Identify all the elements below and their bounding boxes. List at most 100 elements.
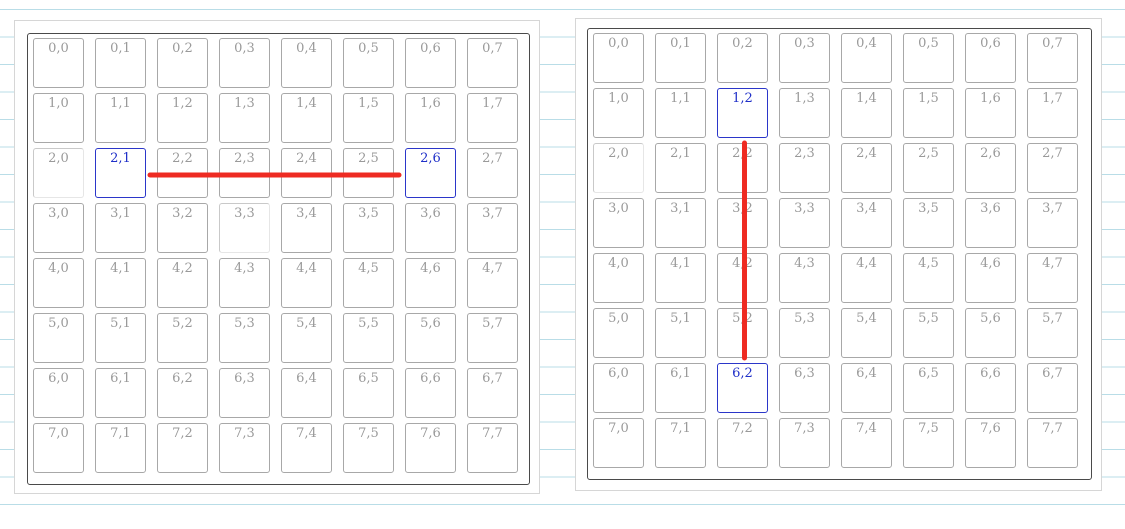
- grid-cell-2-1[interactable]: 2,1: [95, 148, 146, 198]
- grid-cell-2-6[interactable]: 2,6: [405, 148, 456, 198]
- grid-cell-1-1[interactable]: 1,1: [655, 88, 706, 138]
- grid-cell-5-7[interactable]: 5,7: [1027, 308, 1078, 358]
- grid-cell-0-3[interactable]: 0,3: [779, 33, 830, 83]
- grid-cell-1-3[interactable]: 1,3: [779, 88, 830, 138]
- grid-cell-0-0[interactable]: 0,0: [33, 38, 84, 88]
- grid-cell-1-0[interactable]: 1,0: [33, 93, 84, 143]
- grid-cell-7-4[interactable]: 7,4: [841, 418, 892, 468]
- grid-cell-5-1[interactable]: 5,1: [655, 308, 706, 358]
- grid-cell-1-4[interactable]: 1,4: [281, 93, 332, 143]
- grid-cell-2-4[interactable]: 2,4: [841, 143, 892, 193]
- grid-cell-4-0[interactable]: 4,0: [33, 258, 84, 308]
- grid-cell-6-2[interactable]: 6,2: [717, 363, 768, 413]
- grid-cell-4-3[interactable]: 4,3: [219, 258, 270, 308]
- grid-cell-7-3[interactable]: 7,3: [219, 423, 270, 473]
- grid-cell-0-6[interactable]: 0,6: [405, 38, 456, 88]
- grid-cell-5-0[interactable]: 5,0: [33, 313, 84, 363]
- grid-cell-4-3[interactable]: 4,3: [779, 253, 830, 303]
- grid-cell-0-1[interactable]: 0,1: [95, 38, 146, 88]
- grid-cell-6-7[interactable]: 6,7: [1027, 363, 1078, 413]
- grid-cell-4-5[interactable]: 4,5: [343, 258, 394, 308]
- grid-cell-3-4[interactable]: 3,4: [841, 198, 892, 248]
- grid-cell-0-6[interactable]: 0,6: [965, 33, 1016, 83]
- grid-cell-7-2[interactable]: 7,2: [157, 423, 208, 473]
- grid-cell-5-6[interactable]: 5,6: [405, 313, 456, 363]
- grid-cell-7-1[interactable]: 7,1: [655, 418, 706, 468]
- grid-cell-7-7[interactable]: 7,7: [1027, 418, 1078, 468]
- grid-cell-4-2[interactable]: 4,2: [157, 258, 208, 308]
- grid-cell-0-5[interactable]: 0,5: [343, 38, 394, 88]
- grid-cell-6-4[interactable]: 6,4: [281, 368, 332, 418]
- grid-cell-4-7[interactable]: 4,7: [1027, 253, 1078, 303]
- grid-cell-3-7[interactable]: 3,7: [1027, 198, 1078, 248]
- grid-cell-1-2[interactable]: 1,2: [157, 93, 208, 143]
- grid-cell-4-6[interactable]: 4,6: [405, 258, 456, 308]
- grid-cell-2-0[interactable]: 2,0: [33, 148, 84, 198]
- grid-cell-3-2[interactable]: 3,2: [157, 203, 208, 253]
- grid-cell-1-6[interactable]: 1,6: [965, 88, 1016, 138]
- grid-cell-0-1[interactable]: 0,1: [655, 33, 706, 83]
- grid-cell-2-3[interactable]: 2,3: [219, 148, 270, 198]
- grid-cell-7-0[interactable]: 7,0: [33, 423, 84, 473]
- grid-cell-3-0[interactable]: 3,0: [33, 203, 84, 253]
- grid-cell-4-5[interactable]: 4,5: [903, 253, 954, 303]
- grid-cell-4-2[interactable]: 4,2: [717, 253, 768, 303]
- grid-cell-7-3[interactable]: 7,3: [779, 418, 830, 468]
- grid-cell-4-4[interactable]: 4,4: [841, 253, 892, 303]
- grid-cell-5-1[interactable]: 5,1: [95, 313, 146, 363]
- grid-cell-1-4[interactable]: 1,4: [841, 88, 892, 138]
- grid-cell-1-7[interactable]: 1,7: [467, 93, 518, 143]
- grid-cell-6-3[interactable]: 6,3: [219, 368, 270, 418]
- grid-cell-0-2[interactable]: 0,2: [717, 33, 768, 83]
- grid-cell-7-5[interactable]: 7,5: [903, 418, 954, 468]
- grid-cell-5-2[interactable]: 5,2: [717, 308, 768, 358]
- grid-cell-5-4[interactable]: 5,4: [841, 308, 892, 358]
- grid-cell-3-1[interactable]: 3,1: [655, 198, 706, 248]
- grid-cell-5-5[interactable]: 5,5: [343, 313, 394, 363]
- grid-cell-5-3[interactable]: 5,3: [779, 308, 830, 358]
- grid-cell-2-1[interactable]: 2,1: [655, 143, 706, 193]
- grid-cell-2-0[interactable]: 2,0: [593, 143, 644, 193]
- grid-cell-0-7[interactable]: 0,7: [467, 38, 518, 88]
- grid-cell-5-3[interactable]: 5,3: [219, 313, 270, 363]
- grid-cell-4-1[interactable]: 4,1: [655, 253, 706, 303]
- grid-cell-0-0[interactable]: 0,0: [593, 33, 644, 83]
- grid-cell-0-2[interactable]: 0,2: [157, 38, 208, 88]
- grid-cell-6-5[interactable]: 6,5: [343, 368, 394, 418]
- grid-cell-7-6[interactable]: 7,6: [965, 418, 1016, 468]
- grid-cell-3-3[interactable]: 3,3: [219, 203, 270, 253]
- grid-cell-7-6[interactable]: 7,6: [405, 423, 456, 473]
- grid-cell-4-1[interactable]: 4,1: [95, 258, 146, 308]
- grid-cell-5-5[interactable]: 5,5: [903, 308, 954, 358]
- grid-cell-3-5[interactable]: 3,5: [343, 203, 394, 253]
- grid-cell-6-0[interactable]: 6,0: [33, 368, 84, 418]
- grid-cell-6-1[interactable]: 6,1: [95, 368, 146, 418]
- grid-cell-1-5[interactable]: 1,5: [903, 88, 954, 138]
- grid-cell-0-4[interactable]: 0,4: [841, 33, 892, 83]
- grid-cell-1-1[interactable]: 1,1: [95, 93, 146, 143]
- grid-cell-5-0[interactable]: 5,0: [593, 308, 644, 358]
- grid-cell-4-0[interactable]: 4,0: [593, 253, 644, 303]
- grid-cell-3-1[interactable]: 3,1: [95, 203, 146, 253]
- grid-cell-4-6[interactable]: 4,6: [965, 253, 1016, 303]
- grid-cell-1-0[interactable]: 1,0: [593, 88, 644, 138]
- grid-cell-6-2[interactable]: 6,2: [157, 368, 208, 418]
- grid-cell-1-7[interactable]: 1,7: [1027, 88, 1078, 138]
- grid-cell-2-7[interactable]: 2,7: [1027, 143, 1078, 193]
- grid-cell-7-5[interactable]: 7,5: [343, 423, 394, 473]
- grid-cell-6-1[interactable]: 6,1: [655, 363, 706, 413]
- grid-cell-2-5[interactable]: 2,5: [343, 148, 394, 198]
- grid-cell-6-3[interactable]: 6,3: [779, 363, 830, 413]
- grid-cell-3-7[interactable]: 3,7: [467, 203, 518, 253]
- grid-cell-2-2[interactable]: 2,2: [717, 143, 768, 193]
- grid-cell-5-2[interactable]: 5,2: [157, 313, 208, 363]
- grid-cell-1-2[interactable]: 1,2: [717, 88, 768, 138]
- grid-cell-3-6[interactable]: 3,6: [965, 198, 1016, 248]
- grid-cell-6-6[interactable]: 6,6: [965, 363, 1016, 413]
- grid-cell-0-7[interactable]: 0,7: [1027, 33, 1078, 83]
- grid-cell-3-4[interactable]: 3,4: [281, 203, 332, 253]
- grid-cell-4-7[interactable]: 4,7: [467, 258, 518, 308]
- grid-cell-3-2[interactable]: 3,2: [717, 198, 768, 248]
- grid-cell-3-6[interactable]: 3,6: [405, 203, 456, 253]
- grid-cell-3-3[interactable]: 3,3: [779, 198, 830, 248]
